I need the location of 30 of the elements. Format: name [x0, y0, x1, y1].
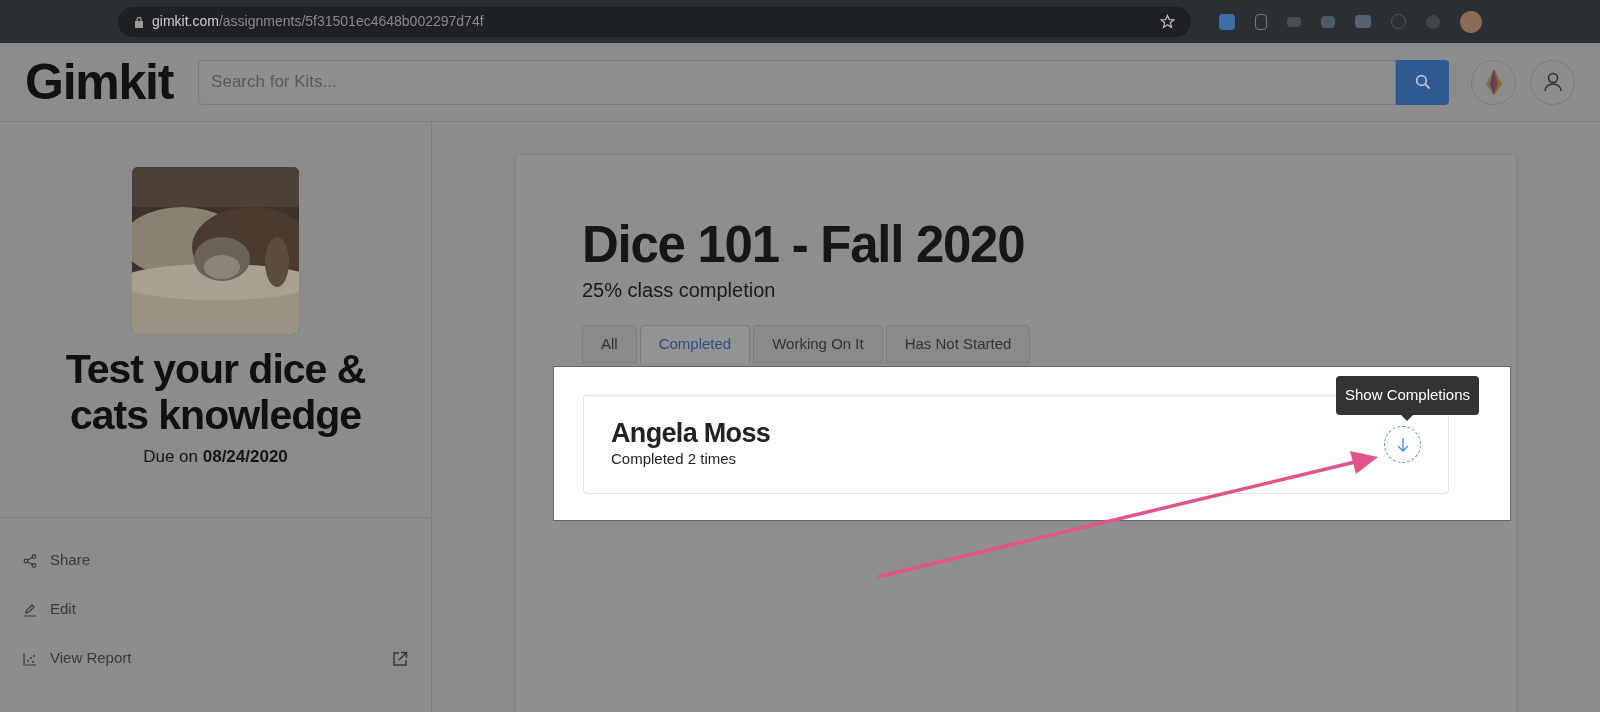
url-path: /assignments/5f31501ec4648b002297d74f: [218, 12, 484, 31]
completion-count: Completed 2 times: [611, 449, 738, 470]
filter-tab[interactable]: Has Not Started: [885, 325, 1031, 363]
share-icon: [23, 553, 37, 568]
sidebar-link[interactable]: View Report: [23, 634, 408, 683]
pencil-icon: [23, 602, 37, 617]
address-bar[interactable]: gimkit.com/assignments/5f31501ec4648b002297d74f: [118, 6, 1191, 37]
kit-title: Test your dice & cats knowledge: [64, 346, 367, 438]
assignment-title: Dice 101 - Fall 2020: [582, 215, 1026, 275]
pen-nib-icon: [1484, 68, 1503, 96]
student-name: Angela Moss: [611, 418, 771, 449]
sidebar-link[interactable]: Edit: [23, 585, 408, 634]
filter-tab[interactable]: All: [582, 325, 637, 363]
search-button[interactable]: [1396, 59, 1449, 105]
scatter-chart-icon: [23, 651, 37, 666]
search-icon: [1414, 74, 1431, 90]
lock-icon: [134, 15, 144, 28]
star-icon[interactable]: [1160, 14, 1175, 29]
external-link-icon[interactable]: [392, 650, 408, 667]
tooltip-pointer: [1401, 414, 1414, 421]
logo[interactable]: Gimkit: [25, 44, 174, 120]
class-completion: 25% class completion: [582, 278, 777, 303]
due-date: Due on 08/24/2020: [143, 446, 288, 468]
filter-tab[interactable]: Completed: [639, 325, 751, 363]
url-host: gimkit.com: [152, 12, 219, 31]
filter-tab[interactable]: Working On It: [753, 325, 883, 363]
user-icon: [1543, 72, 1562, 92]
arrow-down-icon: [1395, 436, 1410, 453]
avatar[interactable]: [1460, 10, 1482, 33]
sidebar-link[interactable]: Share: [23, 536, 408, 585]
